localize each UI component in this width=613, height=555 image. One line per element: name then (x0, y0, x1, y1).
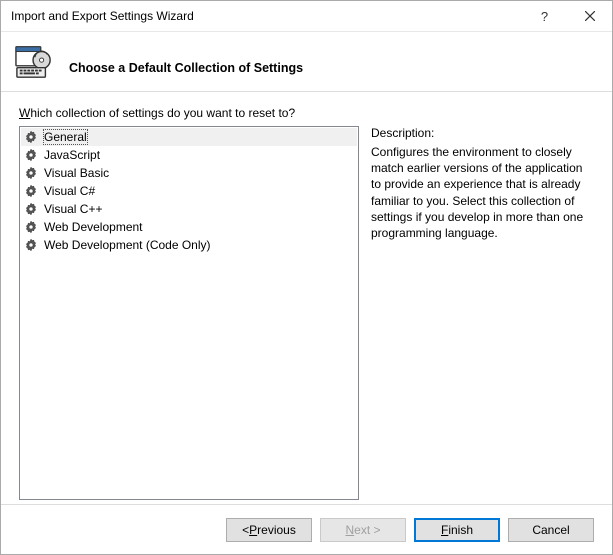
gear-icon (24, 130, 38, 144)
wizard-logo-icon (15, 43, 53, 81)
settings-option-label: Visual C# (44, 184, 95, 198)
settings-listbox[interactable]: General JavaScript Visual Basic Visual C# Vi… (19, 126, 359, 500)
description-text: Configures the environment to closely ma… (371, 144, 594, 241)
window-title: Import and Export Settings Wizard (1, 9, 522, 23)
settings-option-label: Visual Basic (44, 166, 109, 180)
titlebar: Import and Export Settings Wizard ? (1, 1, 612, 32)
help-icon: ? (541, 9, 548, 24)
close-icon (585, 11, 595, 21)
prompt-label: Which collection of settings do you want… (19, 106, 594, 120)
cancel-button[interactable]: Cancel (508, 518, 594, 542)
settings-option-label: Visual C++ (44, 202, 102, 216)
settings-option-label: General (44, 130, 87, 144)
settings-option-label: Web Development (Code Only) (44, 238, 211, 252)
description-label: Description: (371, 126, 594, 140)
button-bar: < Previous Next > Finish Cancel (1, 504, 612, 554)
gear-icon (24, 184, 38, 198)
settings-option[interactable]: Visual C# (21, 182, 357, 200)
settings-option-label: JavaScript (44, 148, 100, 162)
previous-button[interactable]: < Previous (226, 518, 312, 542)
gear-icon (24, 238, 38, 252)
wizard-header: Choose a Default Collection of Settings (1, 32, 612, 92)
gear-icon (24, 148, 38, 162)
close-button[interactable] (567, 1, 612, 31)
help-button[interactable]: ? (522, 1, 567, 31)
next-button[interactable]: Next > (320, 518, 406, 542)
content-area: Which collection of settings do you want… (1, 92, 612, 504)
description-panel: Description: Configures the environment … (371, 126, 594, 500)
gear-icon (24, 202, 38, 216)
gear-icon (24, 166, 38, 180)
settings-option[interactable]: General (21, 128, 357, 146)
wizard-heading: Choose a Default Collection of Settings (69, 49, 303, 75)
settings-option[interactable]: JavaScript (21, 146, 357, 164)
wizard-window: Import and Export Settings Wizard ? (0, 0, 613, 555)
finish-button[interactable]: Finish (414, 518, 500, 542)
columns: General JavaScript Visual Basic Visual C# Vi… (19, 126, 594, 500)
settings-option[interactable]: Visual C++ (21, 200, 357, 218)
gear-icon (24, 220, 38, 234)
settings-option[interactable]: Visual Basic (21, 164, 357, 182)
settings-option[interactable]: Web Development (21, 218, 357, 236)
settings-option-label: Web Development (44, 220, 143, 234)
settings-option[interactable]: Web Development (Code Only) (21, 236, 357, 254)
